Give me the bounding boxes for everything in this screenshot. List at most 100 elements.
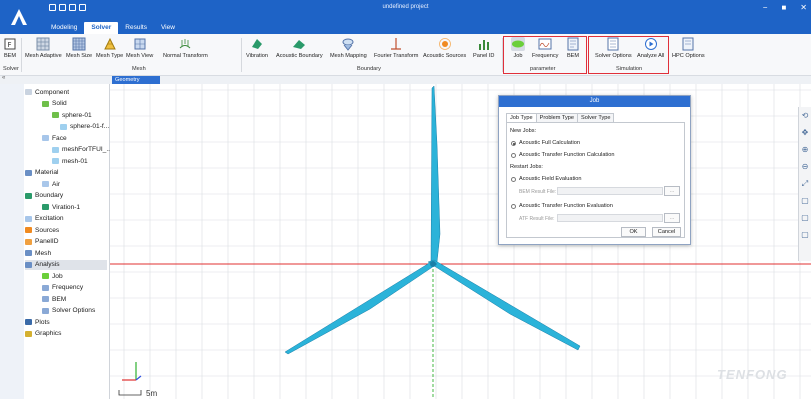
maximize-button[interactable]: ■ <box>781 3 786 12</box>
bem-browse-button[interactable]: ... <box>664 186 680 196</box>
tree-item-boundary[interactable]: Boundary <box>25 191 63 201</box>
job-icon <box>511 37 525 51</box>
tree-item-face[interactable]: Face <box>42 133 67 143</box>
tree-item-excitation[interactable]: Excitation <box>25 214 64 224</box>
tree-item-frequency[interactable]: Frequency <box>42 283 83 293</box>
view-side-icon[interactable]: ▢ <box>799 226 811 243</box>
mesh-size-button[interactable]: Mesh Size <box>66 37 92 59</box>
viewport-canvas[interactable] <box>110 84 811 399</box>
hpc-options-button[interactable]: HPC Options <box>672 37 705 59</box>
tree-item-material[interactable]: Material <box>25 168 58 178</box>
tree-item-component[interactable]: Component <box>25 87 69 97</box>
blade-left <box>284 261 438 355</box>
sphere-icon <box>60 123 67 130</box>
bem-result-file-label: BEM Result File: <box>519 189 557 195</box>
bem-button[interactable]: F BEM <box>3 37 17 59</box>
vibration-button[interactable]: Vibration <box>246 37 268 59</box>
acoustic-transfer-radio[interactable]: Acoustic Transfer Function Calculation <box>511 152 614 158</box>
tree-item-meshfortfui[interactable]: meshForTFUI_... <box>52 145 112 155</box>
bem-icon <box>42 296 49 302</box>
tab-modeling[interactable]: Modeling <box>44 22 84 34</box>
tab-job-type[interactable]: Job Type <box>506 113 537 122</box>
tree-item-label: BEM <box>52 295 67 303</box>
tree-item-solid[interactable]: Solid <box>42 99 67 109</box>
ribbon-divider <box>241 38 242 72</box>
analyze-all-button[interactable]: Analyze All <box>637 37 664 59</box>
3d-viewport[interactable] <box>110 84 811 399</box>
mesh-adaptive-button[interactable]: Mesh Adaptive <box>25 37 62 59</box>
tree-item-viration-1[interactable]: Viration-1 <box>42 202 80 212</box>
acoustic-sources-button[interactable]: Acoustic Sources <box>423 37 466 59</box>
atf-result-file-label: ATF Result File: <box>519 216 555 222</box>
acoustic-sources-icon <box>438 37 452 51</box>
hub <box>430 261 436 267</box>
tab-view[interactable]: View <box>154 22 182 34</box>
ok-button[interactable]: OK <box>621 227 646 237</box>
collapse-panel-icon[interactable]: « <box>2 75 5 81</box>
vibration-icon <box>250 37 264 51</box>
tree-item-analysis[interactable]: Analysis <box>25 259 107 270</box>
tab-results[interactable]: Results <box>118 22 154 34</box>
mesh-icon <box>25 250 32 256</box>
acoustic-transfer-eval-radio[interactable]: Acoustic Transfer Function Evaluation <box>511 203 613 209</box>
close-button[interactable]: ✕ <box>800 3 807 12</box>
minimize-button[interactable]: − <box>763 3 768 12</box>
solid-icon <box>42 100 49 107</box>
mesh-mapping-button[interactable]: Mesh Mapping <box>330 37 367 59</box>
normal-transform-icon <box>178 37 192 51</box>
tab-solver[interactable]: Solver <box>84 22 119 34</box>
pan-icon[interactable]: ✥ <box>799 124 811 141</box>
tree-item-label: meshForTFUI_... <box>62 146 112 153</box>
tree-item-plots[interactable]: Plots <box>25 317 50 327</box>
sphere-icon <box>52 146 59 153</box>
acoustic-field-eval-radio[interactable]: Acoustic Field Evaluation <box>511 176 582 182</box>
tree-item-bem[interactable]: BEM <box>42 294 66 304</box>
rotate-icon[interactable]: ⟲ <box>799 107 811 124</box>
fit-view-icon[interactable]: ⤢ <box>799 175 811 192</box>
face-icon <box>42 135 49 141</box>
tree-item-panelid[interactable]: PanelID <box>25 237 58 247</box>
new-jobs-label: New Jobs: <box>510 128 537 134</box>
fourier-transform-button[interactable]: Fourier Transform <box>374 37 418 59</box>
tab-problem-type[interactable]: Problem Type <box>535 113 579 122</box>
mesh-size-icon <box>72 37 86 51</box>
frequency-button[interactable]: Frequency <box>532 37 558 59</box>
menu-tabs: Modeling Solver Results View <box>44 22 182 34</box>
tree-item-job[interactable]: Job <box>42 271 63 281</box>
view-top-icon[interactable]: ▢ <box>799 209 811 226</box>
panel-id-button[interactable]: Panel ID <box>473 37 494 59</box>
tree-item-mesh[interactable]: Mesh <box>25 248 51 258</box>
tree-item-label: Graphics <box>35 330 62 337</box>
zoom-in-icon[interactable]: ⊕ <box>799 141 811 158</box>
tree-item-label: Frequency <box>52 284 84 291</box>
cancel-button[interactable]: Cancel <box>652 227 681 237</box>
window-title: undefined project <box>382 4 429 10</box>
zoom-out-icon[interactable]: ⊖ <box>799 158 811 175</box>
air-icon <box>42 181 49 187</box>
tree-item-air[interactable]: Air <box>42 179 60 189</box>
mesh-view-button[interactable]: Mesh View <box>126 37 153 59</box>
normal-transform-button[interactable]: Normal Transform <box>163 37 208 59</box>
tab-solver-type[interactable]: Solver Type <box>577 113 615 122</box>
tree-item-mesh-01[interactable]: mesh-01 <box>52 156 88 166</box>
atf-browse-button[interactable]: ... <box>664 213 680 223</box>
tree-item-solver-options[interactable]: Solver Options <box>42 306 95 316</box>
mesh-type-button[interactable]: Mesh Type <box>96 37 123 59</box>
tree-item-sphere-01[interactable]: sphere-01 <box>52 110 92 120</box>
acoustic-full-radio[interactable]: Acoustic Full Calculation <box>511 140 580 146</box>
tab-geometry[interactable]: Geometry <box>112 76 160 84</box>
acoustic-boundary-button[interactable]: Acoustic Boundary <box>276 37 323 59</box>
tree-item-label: Excitation <box>35 215 64 222</box>
solver-options-button[interactable]: Solver Options <box>595 37 632 59</box>
tree-item-sphere-01-f[interactable]: sphere-01-f... <box>60 122 109 132</box>
view-front-icon[interactable]: ▢ <box>799 192 811 209</box>
mesh-mapping-icon <box>341 37 355 51</box>
job-button[interactable]: Job <box>511 37 525 59</box>
atf-result-file-field[interactable] <box>557 214 663 222</box>
solver-options-icon <box>42 307 49 314</box>
bem-settings-button[interactable]: BEM <box>566 37 580 59</box>
tree-item-sources[interactable]: Sources <box>25 225 59 235</box>
group-label-parameter: parameter <box>530 66 556 72</box>
tree-item-graphics[interactable]: Graphics <box>25 329 61 339</box>
bem-result-file-field[interactable] <box>557 187 663 195</box>
